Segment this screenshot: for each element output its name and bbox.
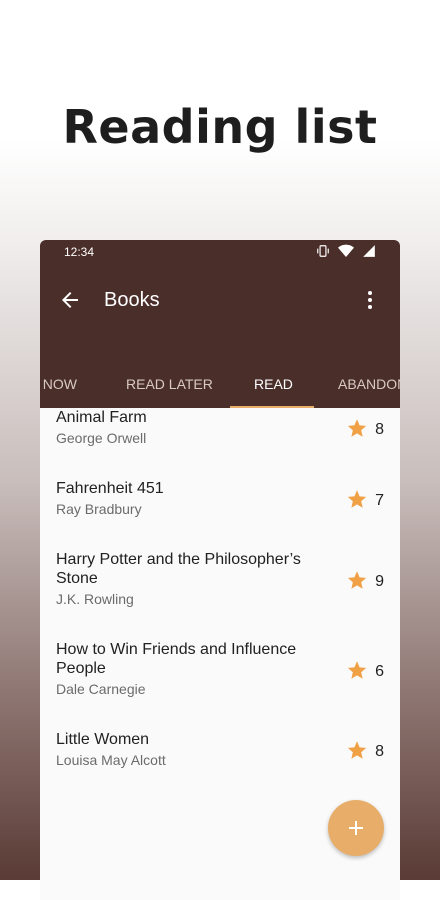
book-title: Harry Potter and the Philosopher’s Stone xyxy=(56,551,301,587)
rating-value: 9 xyxy=(375,573,384,590)
book-title: Fahrenheit 451 xyxy=(56,480,164,497)
list-item[interactable]: Little Women Louisa May Alcott 8 xyxy=(40,730,400,768)
book-rating: 7 xyxy=(347,479,384,523)
vibrate-icon xyxy=(316,244,330,261)
rating-value: 6 xyxy=(375,663,384,680)
book-author: Dale Carnegie xyxy=(56,681,146,697)
status-bar: 12:34 xyxy=(40,240,400,264)
phone-screen: 12:34 Books G NOW READ LATER READ ABANDO… xyxy=(40,240,400,900)
star-icon xyxy=(347,740,367,765)
back-arrow-icon[interactable] xyxy=(58,288,82,312)
add-icon xyxy=(344,816,368,845)
tab-reading-now[interactable]: G NOW xyxy=(40,360,77,408)
book-rating: 9 xyxy=(347,550,384,614)
tab-read[interactable]: READ xyxy=(254,360,293,408)
tab-read-later[interactable]: READ LATER xyxy=(126,360,213,408)
list-item[interactable]: How to Win Friends and Influence People … xyxy=(40,640,400,697)
status-time: 12:34 xyxy=(64,245,95,259)
star-icon xyxy=(347,418,367,443)
tab-bar: G NOW READ LATER READ ABANDON xyxy=(40,360,400,408)
book-author: J.K. Rowling xyxy=(56,591,134,607)
rating-value: 8 xyxy=(375,421,384,438)
page-headline: Reading list xyxy=(62,100,378,154)
book-title: Little Women xyxy=(56,731,150,748)
add-book-button[interactable] xyxy=(328,800,384,856)
tab-abandoned[interactable]: ABANDON xyxy=(338,360,400,408)
more-vert-icon[interactable] xyxy=(358,288,382,312)
app-bar-title: Books xyxy=(104,289,160,311)
book-rating: 8 xyxy=(347,730,384,774)
list-item[interactable]: Fahrenheit 451 Ray Bradbury 7 xyxy=(40,479,400,517)
star-icon xyxy=(347,660,367,685)
list-item[interactable]: Animal Farm George Orwell 8 xyxy=(40,408,400,446)
book-rating: 8 xyxy=(347,408,384,452)
rating-value: 7 xyxy=(375,492,384,509)
status-icons xyxy=(316,244,376,261)
signal-icon xyxy=(362,244,376,261)
book-title: How to Win Friends and Influence People xyxy=(56,641,297,677)
book-author: George Orwell xyxy=(56,430,147,446)
book-rating: 6 xyxy=(347,640,384,704)
rating-value: 8 xyxy=(375,743,384,760)
book-author: Louisa May Alcott xyxy=(56,752,166,768)
list-item[interactable]: Harry Potter and the Philosopher’s Stone… xyxy=(40,550,400,607)
star-icon xyxy=(347,570,367,595)
book-title: Animal Farm xyxy=(56,409,147,426)
star-icon xyxy=(347,489,367,514)
app-bar: Books G NOW READ LATER READ ABANDON xyxy=(40,264,400,408)
book-author: Ray Bradbury xyxy=(56,501,142,517)
wifi-icon xyxy=(338,244,354,261)
